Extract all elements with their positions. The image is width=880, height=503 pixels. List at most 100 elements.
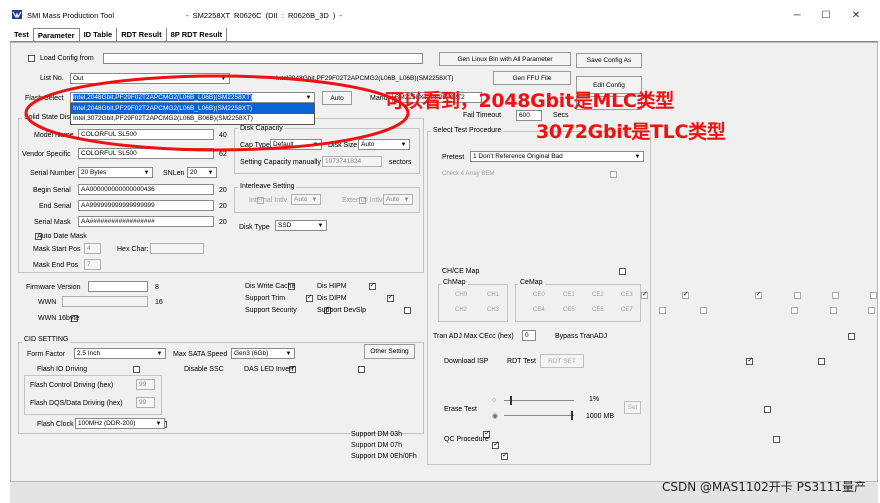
erase-test-checkbox[interactable] xyxy=(764,406,772,413)
ce6-checkbox[interactable] xyxy=(867,307,875,314)
wwn-label: WWN xyxy=(38,299,57,306)
radio-percent[interactable]: ○ xyxy=(492,397,496,404)
model-name-field[interactable]: COLORFUL SL500 xyxy=(78,129,214,140)
dis-hipm-checkbox[interactable] xyxy=(368,281,376,291)
cap-type-select[interactable]: Default ▼ xyxy=(270,139,322,150)
flash-option-2048[interactable]: Intel,2048Gbit,PF29F02T2APCMG2(L06B_L06B… xyxy=(71,104,314,114)
form-factor-label: Form Factor xyxy=(27,351,66,358)
firmware-version-field[interactable] xyxy=(88,281,148,292)
load-config-checkbox[interactable] xyxy=(28,55,35,62)
flash-info-text: Intel2048Gbit,PF29F02T2APCMG2(L06B_L06B)… xyxy=(276,75,454,82)
gen-linux-bin-button[interactable]: Gen Linux Bin with All Parameter xyxy=(439,52,571,66)
dis-dipm-label: Dis DIPM xyxy=(317,295,347,302)
radio-mb[interactable]: ◉ xyxy=(492,412,498,420)
percent-slider-handle[interactable] xyxy=(510,396,512,405)
mb-slider-track[interactable] xyxy=(504,415,574,416)
ch0-checkbox[interactable] xyxy=(640,290,648,300)
disk-type-label: Disk Type xyxy=(239,224,270,231)
ce3-checkbox[interactable] xyxy=(869,292,877,299)
percent-slider-track[interactable] xyxy=(504,400,574,401)
list-no-select[interactable]: Out ▼ xyxy=(70,73,230,84)
flash-dqs-driving-field[interactable]: 99 xyxy=(136,397,155,408)
mask-end-pos-field[interactable]: 7 xyxy=(84,259,101,270)
support-dm0eh-label: Support DM 0Eh/0Fh xyxy=(351,453,417,460)
pretest-select[interactable]: 1 Don't Reference Original Bad ▼ xyxy=(470,151,644,162)
bypass-tranadj-checkbox[interactable] xyxy=(848,333,856,340)
sectors-label: sectors xyxy=(389,159,412,166)
disk-capacity-group xyxy=(234,128,420,174)
setting-capacity-field[interactable]: 1073741824 xyxy=(322,156,382,167)
ce2-checkbox[interactable] xyxy=(831,292,839,299)
ch3-checkbox[interactable] xyxy=(699,307,707,314)
ch2-label: CH2 xyxy=(455,307,468,313)
qc-procedure-checkbox[interactable] xyxy=(773,436,781,443)
load-config-label: Load Config from xyxy=(40,55,94,62)
tab-id-table[interactable]: ID Table xyxy=(80,28,118,41)
minimize-button[interactable]: ─ xyxy=(786,6,808,24)
tab-rdt-result[interactable]: RDT Result xyxy=(117,28,167,41)
external-intlv-select[interactable]: Auto ▼ xyxy=(383,194,413,205)
chmap-group xyxy=(438,284,508,322)
tab-test[interactable]: Test xyxy=(10,28,33,41)
save-config-button[interactable]: Save Config As xyxy=(576,53,642,68)
wwn16-label: WWN 16byte xyxy=(38,315,80,322)
list-no-label: List No. xyxy=(40,75,64,82)
set-button[interactable]: Set xyxy=(624,401,641,414)
mb-slider-handle[interactable] xyxy=(571,411,573,420)
watermark-text: CSDN @MAS1102开卡 PS3111量产 xyxy=(662,480,866,494)
serial-mask-field[interactable]: AA################## xyxy=(78,216,214,227)
tab-parameter[interactable]: Parameter xyxy=(32,28,80,41)
tab-8p-rdt-result[interactable]: 8P RDT Result xyxy=(167,28,228,41)
ce1-checkbox[interactable] xyxy=(793,292,801,299)
ch1-checkbox[interactable] xyxy=(681,290,689,300)
vendor-specific-field[interactable]: COLORFUL SL500 xyxy=(78,148,214,159)
form-factor-select[interactable]: 2.5 Inch ▼ xyxy=(74,348,166,359)
flash-io-driving-checkbox[interactable] xyxy=(133,366,141,373)
rdt-test-checkbox[interactable] xyxy=(818,358,826,365)
mask-start-pos-field[interactable]: 4 xyxy=(84,243,101,254)
ch2-checkbox[interactable] xyxy=(658,307,666,314)
setting-capacity-label: Setting Capacity manually xyxy=(240,159,321,166)
flash-clock-select[interactable]: 100MHz (DDR-200) ▼ xyxy=(75,418,165,429)
ce5-checkbox[interactable] xyxy=(829,307,837,314)
chce-map-checkbox[interactable] xyxy=(619,268,627,275)
serial-number-select[interactable]: 20 Bytes ▼ xyxy=(78,167,153,178)
chevron-down-icon: ▼ xyxy=(156,351,163,357)
hex-char-field[interactable] xyxy=(150,243,204,254)
other-setting-button[interactable]: Other Setting xyxy=(364,344,415,359)
begin-serial-field[interactable]: AA000000000000000436 xyxy=(78,184,214,195)
support-devslp-checkbox[interactable] xyxy=(404,307,412,314)
disk-size-select[interactable]: Auto ▼ xyxy=(358,139,410,150)
ce4-checkbox[interactable] xyxy=(790,307,798,314)
flash-control-driving-field[interactable]: 99 xyxy=(136,379,155,390)
dis-dipm-checkbox[interactable] xyxy=(386,293,394,303)
load-config-path-field[interactable] xyxy=(103,53,423,64)
check-4k-checkbox[interactable] xyxy=(610,171,618,178)
dis-write-cache-label: Dis Write Cache xyxy=(245,283,296,290)
ce7-label: CE7 xyxy=(621,307,633,313)
flash-select-dropdown[interactable]: Intel,2048Gbit,PF29F02T2APCMG2(L06B_L06B… xyxy=(70,92,315,103)
rdt-set-button[interactable]: RDT SET xyxy=(540,354,584,368)
end-serial-label: End Serial xyxy=(39,203,72,210)
end-serial-field[interactable]: AA999999999999999999 xyxy=(78,200,214,211)
begin-serial-label: Begin Serial xyxy=(33,187,71,194)
wwn-field[interactable] xyxy=(62,296,148,307)
max-sata-speed-select[interactable]: Gen3 (6Gb) ▼ xyxy=(231,348,295,359)
ch0-label: CH0 xyxy=(455,292,468,298)
close-button[interactable]: ✕ xyxy=(845,6,867,24)
chevron-down-icon: ▼ xyxy=(305,95,312,101)
tran-adj-field[interactable]: 0 xyxy=(522,330,536,341)
das-led-invert-checkbox[interactable] xyxy=(358,366,366,373)
disk-type-select[interactable]: SSD ▼ xyxy=(275,220,327,231)
flash-control-driving-label: Flash Control Driving (hex) xyxy=(30,382,114,389)
download-isp-checkbox[interactable] xyxy=(746,356,754,366)
fail-timeout-label: Fail Timeout xyxy=(463,112,502,119)
internal-intlv-select[interactable]: Auto ▼ xyxy=(291,194,321,205)
snlen-select[interactable]: 20 ▼ xyxy=(187,167,217,178)
support-trim-checkbox[interactable] xyxy=(305,293,313,303)
auto-button[interactable]: Auto xyxy=(322,91,352,105)
gen-ffu-file-button[interactable]: Gen FFU File xyxy=(493,71,571,85)
flash-option-3072[interactable]: Intel,3072Gbit,PF29F02T2APCMG2(L06B_B06B… xyxy=(71,114,314,124)
maximize-button[interactable]: ☐ xyxy=(815,6,837,24)
ce0-checkbox[interactable] xyxy=(754,290,762,300)
